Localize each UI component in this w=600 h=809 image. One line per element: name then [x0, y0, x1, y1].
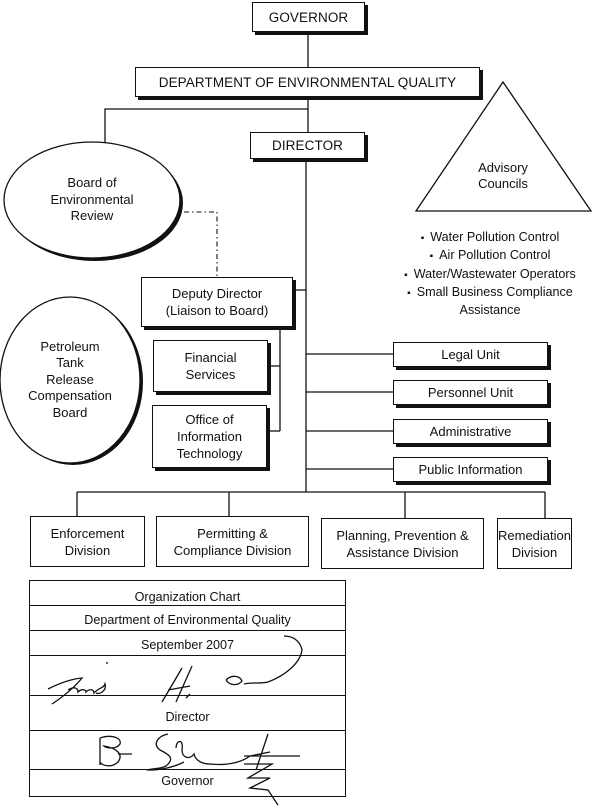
deputy-director-box: Deputy Director (Liaison to Board) [141, 277, 293, 327]
sig-row-governor: Governor [30, 770, 345, 792]
signature-block: Organization Chart Department of Environ… [29, 580, 346, 797]
sig-title: Organization Chart [134, 590, 241, 604]
division-label: Enforcement Division [50, 525, 125, 558]
unit-public-info-box: Public Information [393, 457, 548, 482]
office-it-box: Office of Information Technology [152, 405, 267, 468]
unit-administrative-box: Administrative [393, 419, 548, 444]
unit-legal-box: Legal Unit [393, 342, 548, 367]
unit-personnel-box: Personnel Unit [393, 380, 548, 405]
governor-box: GOVERNOR [252, 2, 365, 32]
deputy-director-label: Deputy Director (Liaison to Board) [165, 286, 269, 318]
department-label: DEPARTMENT OF ENVIRONMENTAL QUALITY [158, 74, 457, 90]
sig-director-label: Director [165, 710, 210, 724]
council-item: Air Pollution Control [380, 247, 600, 265]
advisory-councils-list: Water Pollution Control Air Pollution Co… [380, 229, 600, 318]
council-item: Water/Wastewater Operators [380, 266, 600, 284]
unit-label: Administrative [429, 424, 512, 439]
division-remediation-box: Remediation Division [497, 518, 572, 569]
board-env-review-label: Board of Environmental Review [50, 175, 134, 224]
financial-services-box: Financial Services [153, 340, 268, 392]
sig-governor-label: Governor [161, 774, 214, 788]
office-it-label: Office of Information Technology [176, 412, 243, 461]
sig-date: September 2007 [140, 638, 235, 652]
division-label: Permitting & Compliance Division [173, 525, 292, 558]
connector-liaison-dashed [184, 211, 218, 277]
sig-row-governor-signature [30, 731, 345, 770]
division-label: Remediation Division [498, 527, 571, 560]
unit-label: Personnel Unit [427, 385, 514, 400]
director-label: DIRECTOR [271, 138, 344, 153]
division-planning-box: Planning, Prevention & Assistance Divisi… [321, 518, 484, 569]
sig-row-date: September 2007 [30, 631, 345, 656]
division-permitting-box: Permitting & Compliance Division [156, 516, 309, 567]
sig-row-title: Organization Chart [30, 581, 345, 606]
sig-row-department: Department of Environmental Quality [30, 606, 345, 631]
sig-department: Department of Environmental Quality [84, 613, 291, 627]
financial-services-label: Financial Services [184, 350, 237, 382]
council-item: Water Pollution Control [380, 229, 600, 247]
sig-row-director: Director [30, 696, 345, 731]
division-enforcement-box: Enforcement Division [30, 516, 145, 567]
advisory-councils-label: Advisory Councils [478, 159, 528, 192]
petroleum-board-label: Petroleum Tank Release Compensation Boar… [28, 338, 112, 420]
division-label: Planning, Prevention & Assistance Divisi… [336, 527, 469, 560]
director-box: DIRECTOR [250, 132, 365, 159]
department-box: DEPARTMENT OF ENVIRONMENTAL QUALITY [135, 67, 480, 97]
governor-label: GOVERNOR [268, 9, 349, 25]
unit-label: Public Information [418, 462, 523, 477]
unit-label: Legal Unit [441, 347, 500, 362]
council-item: Small Business Compliance Assistance [380, 284, 600, 319]
sig-row-director-signature [30, 656, 345, 696]
